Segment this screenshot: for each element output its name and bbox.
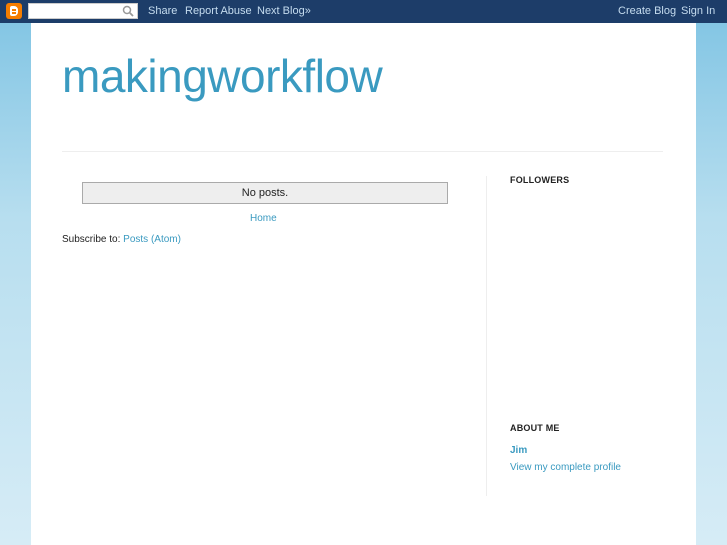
followers-heading: FOLLOWERS xyxy=(510,175,570,185)
home-link[interactable]: Home xyxy=(250,213,277,224)
report-abuse-link[interactable]: Report Abuse xyxy=(185,5,252,17)
view-profile-link[interactable]: View my complete profile xyxy=(510,462,621,473)
no-posts-message: No posts. xyxy=(82,182,448,204)
search-input[interactable] xyxy=(28,3,138,19)
subscribe-label: Subscribe to: xyxy=(62,234,124,245)
subscribe-line: Subscribe to: Posts (Atom) xyxy=(62,234,181,245)
sidebar-divider xyxy=(486,176,487,496)
search-icon[interactable] xyxy=(122,5,134,17)
blogger-logo-icon[interactable] xyxy=(6,3,22,19)
blogger-navbar: Share Report Abuse Next Blog» Create Blo… xyxy=(0,0,727,23)
blog-title[interactable]: makingworkflow xyxy=(62,49,383,103)
author-name-link[interactable]: Jim xyxy=(510,445,527,456)
share-link[interactable]: Share xyxy=(148,5,177,17)
about-me-heading: ABOUT ME xyxy=(510,423,560,433)
sign-in-link[interactable]: Sign In xyxy=(681,5,715,17)
search-field[interactable] xyxy=(31,4,121,18)
posts-atom-link[interactable]: Posts (Atom) xyxy=(123,234,181,245)
create-blog-link[interactable]: Create Blog xyxy=(618,5,676,17)
header-divider xyxy=(62,151,663,152)
blog-content: makingworkflow No posts. Home Subscribe … xyxy=(31,23,696,545)
next-blog-link[interactable]: Next Blog» xyxy=(257,5,311,17)
